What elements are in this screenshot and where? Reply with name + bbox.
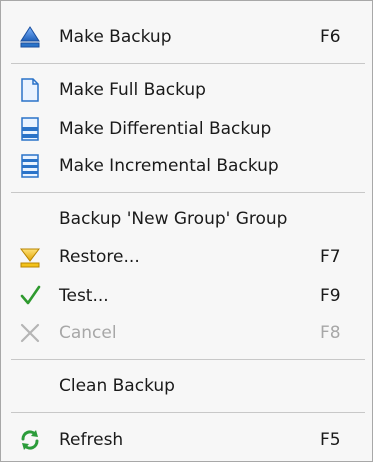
menu-separator (11, 63, 365, 64)
backup-triangle-icon (19, 25, 41, 49)
checkmark-icon (19, 284, 41, 308)
menu-item-backup-group[interactable]: Backup 'New Group' Group (1, 201, 372, 237)
menu-item-shortcut: F6 (320, 27, 341, 47)
menu-item-label: Test... (59, 286, 109, 306)
menu-item-cancel: Cancel F8 (1, 315, 372, 351)
context-menu: Make Backup F6 Make Full Backup Make Dif… (0, 0, 373, 462)
full-backup-document-icon (19, 78, 41, 102)
menu-separator (11, 192, 365, 193)
refresh-arrows-icon (19, 428, 41, 452)
menu-item-make-full-backup[interactable]: Make Full Backup (1, 72, 372, 108)
menu-item-label: Make Differential Backup (59, 119, 272, 139)
menu-item-label: Refresh (59, 430, 124, 450)
menu-item-test[interactable]: Test... F9 (1, 278, 372, 314)
menu-item-make-differential-backup[interactable]: Make Differential Backup (1, 111, 372, 147)
incremental-backup-icon (19, 154, 41, 178)
menu-item-shortcut: F8 (320, 323, 341, 343)
menu-item-label: Clean Backup (59, 376, 175, 396)
menu-item-make-incremental-backup[interactable]: Make Incremental Backup (1, 148, 372, 184)
menu-item-shortcut: F9 (320, 286, 341, 306)
menu-item-label: Make Backup (59, 27, 172, 47)
cancel-x-icon (19, 321, 41, 345)
menu-separator (11, 412, 365, 413)
differential-backup-icon (19, 117, 41, 141)
menu-item-label: Backup 'New Group' Group (59, 209, 288, 229)
menu-item-shortcut: F5 (320, 430, 341, 450)
menu-item-label: Cancel (59, 323, 117, 343)
menu-item-label: Restore... (59, 247, 140, 267)
menu-item-label: Make Incremental Backup (59, 156, 279, 176)
menu-item-shortcut: F7 (320, 247, 341, 267)
menu-item-clean-backup[interactable]: Clean Backup (1, 368, 372, 404)
menu-item-make-backup[interactable]: Make Backup F6 (1, 19, 372, 55)
menu-separator (11, 359, 365, 360)
menu-item-restore[interactable]: Restore... F7 (1, 239, 372, 275)
menu-item-label: Make Full Backup (59, 80, 206, 100)
restore-funnel-icon (19, 245, 41, 269)
menu-item-refresh[interactable]: Refresh F5 (1, 422, 372, 458)
